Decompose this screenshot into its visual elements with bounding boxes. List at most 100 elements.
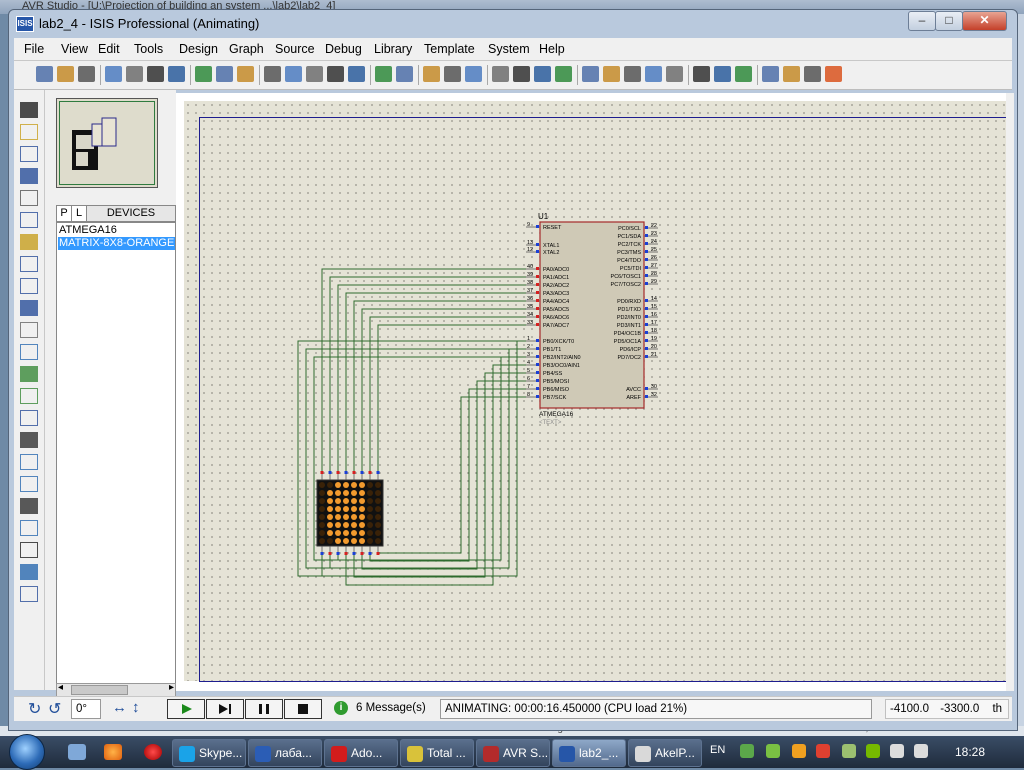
zoom-out-icon[interactable] xyxy=(306,66,323,82)
tray-volume-icon[interactable] xyxy=(816,744,830,758)
step-button[interactable] xyxy=(206,699,244,719)
netlist-to-ares-icon[interactable] xyxy=(804,66,821,82)
redo-icon[interactable] xyxy=(396,66,413,82)
wire[interactable] xyxy=(369,388,526,562)
arc-icon[interactable] xyxy=(20,498,38,514)
undo-icon[interactable] xyxy=(375,66,392,82)
firefox-quicklaunch-icon[interactable] xyxy=(104,744,122,760)
tray-sound-icon[interactable] xyxy=(914,744,928,758)
cut-icon[interactable] xyxy=(423,66,440,82)
generator-icon[interactable] xyxy=(20,344,38,360)
terminal-icon[interactable] xyxy=(20,256,38,272)
menu-tools[interactable]: Tools xyxy=(134,42,163,56)
minimize-button[interactable]: – xyxy=(908,11,936,31)
menu-debug[interactable]: Debug xyxy=(325,42,362,56)
box-icon[interactable] xyxy=(20,454,38,470)
text-icon[interactable] xyxy=(20,542,38,558)
led-matrix[interactable] xyxy=(316,479,384,547)
export-icon[interactable] xyxy=(126,66,143,82)
library-manager-tab[interactable]: L xyxy=(71,205,87,222)
zoom-area-icon[interactable] xyxy=(348,66,365,82)
tray-app-icon[interactable] xyxy=(740,744,754,758)
info-icon[interactable]: i xyxy=(334,701,348,715)
wire[interactable] xyxy=(345,292,526,472)
tape-recorder-icon[interactable] xyxy=(20,322,38,338)
tray-nvidia-icon[interactable] xyxy=(866,744,880,758)
selection-icon[interactable] xyxy=(20,102,38,118)
mirror-horizontal-icon[interactable]: ↔ xyxy=(112,699,127,716)
decompose-icon[interactable] xyxy=(624,66,641,82)
maximize-button[interactable]: □ xyxy=(935,11,963,31)
taskbar-item[interactable]: Ado... xyxy=(324,739,398,767)
zoom-in-icon[interactable] xyxy=(285,66,302,82)
print-icon[interactable] xyxy=(147,66,164,82)
subcircuit-icon[interactable] xyxy=(20,234,38,250)
menu-design[interactable]: Design xyxy=(179,42,218,56)
tray-media-icon[interactable] xyxy=(792,744,806,758)
circle-icon[interactable] xyxy=(20,476,38,492)
import-icon[interactable] xyxy=(105,66,122,82)
path-icon[interactable] xyxy=(20,520,38,536)
wire-autorouter-icon[interactable] xyxy=(666,66,683,82)
pause-button[interactable] xyxy=(245,699,283,719)
schematic-editor[interactable]: U1 ATMEGA16 <TEXT> 9 RESET 13 XTAL1 12 XTAL2 40 PA… xyxy=(176,93,1014,691)
block-copy-icon[interactable] xyxy=(492,66,509,82)
menu-graph[interactable]: Graph xyxy=(229,42,264,56)
device-item-matrix[interactable]: MATRIX-8X8-ORANGE xyxy=(58,237,175,250)
scrollbar-thumb[interactable] xyxy=(71,685,128,695)
messages-count[interactable]: 6 Message(s) xyxy=(352,699,434,717)
taskbar-item[interactable]: AkelP... xyxy=(628,739,702,767)
refresh-icon[interactable] xyxy=(195,66,212,82)
voltage-probe-icon[interactable] xyxy=(20,366,38,382)
bus-icon[interactable] xyxy=(20,212,38,228)
menu-system[interactable]: System xyxy=(488,42,530,56)
symbol-icon[interactable] xyxy=(20,564,38,580)
schematic-sheet[interactable]: U1 ATMEGA16 <TEXT> 9 RESET 13 XTAL1 12 XTAL2 40 PA… xyxy=(184,101,1009,682)
rotate-cw-icon[interactable]: ↻ xyxy=(28,699,41,719)
scroll-left-icon[interactable]: ◂ xyxy=(58,682,63,693)
menu-view[interactable]: View xyxy=(61,42,88,56)
overview-window[interactable] xyxy=(56,98,158,188)
electrical-check-icon[interactable] xyxy=(783,66,800,82)
new-icon[interactable] xyxy=(36,66,53,82)
menu-library[interactable]: Library xyxy=(374,42,412,56)
taskbar-item[interactable]: AVR S... xyxy=(476,739,550,767)
pick-device-icon[interactable] xyxy=(582,66,599,82)
taskbar-item[interactable]: лаба... xyxy=(248,739,322,767)
open-icon[interactable] xyxy=(57,66,74,82)
stop-button[interactable] xyxy=(284,699,322,719)
schematic-drawing[interactable]: U1ATMEGA16<TEXT>9 RESET13 XTAL112 XTAL240 PA… xyxy=(184,101,1006,681)
component-icon[interactable] xyxy=(20,124,38,140)
tray-flag-icon[interactable] xyxy=(890,744,904,758)
save-icon[interactable] xyxy=(78,66,95,82)
wire[interactable] xyxy=(377,396,526,554)
virtual-instrument-icon[interactable] xyxy=(20,410,38,426)
rotate-ccw-icon[interactable]: ↺ xyxy=(48,699,61,719)
clock[interactable]: 18:28 xyxy=(955,745,985,759)
wire[interactable] xyxy=(369,316,526,472)
menu-source[interactable]: Source xyxy=(275,42,315,56)
origin-icon[interactable] xyxy=(237,66,254,82)
netlist-icon[interactable] xyxy=(735,66,752,82)
opera-quicklaunch-icon[interactable] xyxy=(144,744,162,760)
block-rotate-icon[interactable] xyxy=(534,66,551,82)
taskbar-item[interactable]: lab2_... xyxy=(552,739,626,767)
make-device-icon[interactable] xyxy=(603,66,620,82)
marker-icon[interactable] xyxy=(20,586,38,602)
wire[interactable] xyxy=(353,300,526,472)
grid-icon[interactable] xyxy=(216,66,233,82)
print-area-icon[interactable] xyxy=(168,66,185,82)
menu-template[interactable]: Template xyxy=(424,42,475,56)
ares-icon[interactable] xyxy=(825,66,842,82)
current-probe-icon[interactable] xyxy=(20,388,38,404)
language-indicator[interactable]: EN xyxy=(710,744,725,756)
taskbar-item[interactable]: Total ... xyxy=(400,739,474,767)
scroll-right-icon[interactable]: ▸ xyxy=(169,682,174,693)
wire[interactable] xyxy=(329,276,526,472)
tray-utorrent-icon[interactable] xyxy=(766,744,780,758)
pan-icon[interactable] xyxy=(264,66,281,82)
wire[interactable] xyxy=(345,364,526,586)
text-script-icon[interactable] xyxy=(20,190,38,206)
block-move-icon[interactable] xyxy=(513,66,530,82)
close-button[interactable]: ✕ xyxy=(962,11,1007,31)
